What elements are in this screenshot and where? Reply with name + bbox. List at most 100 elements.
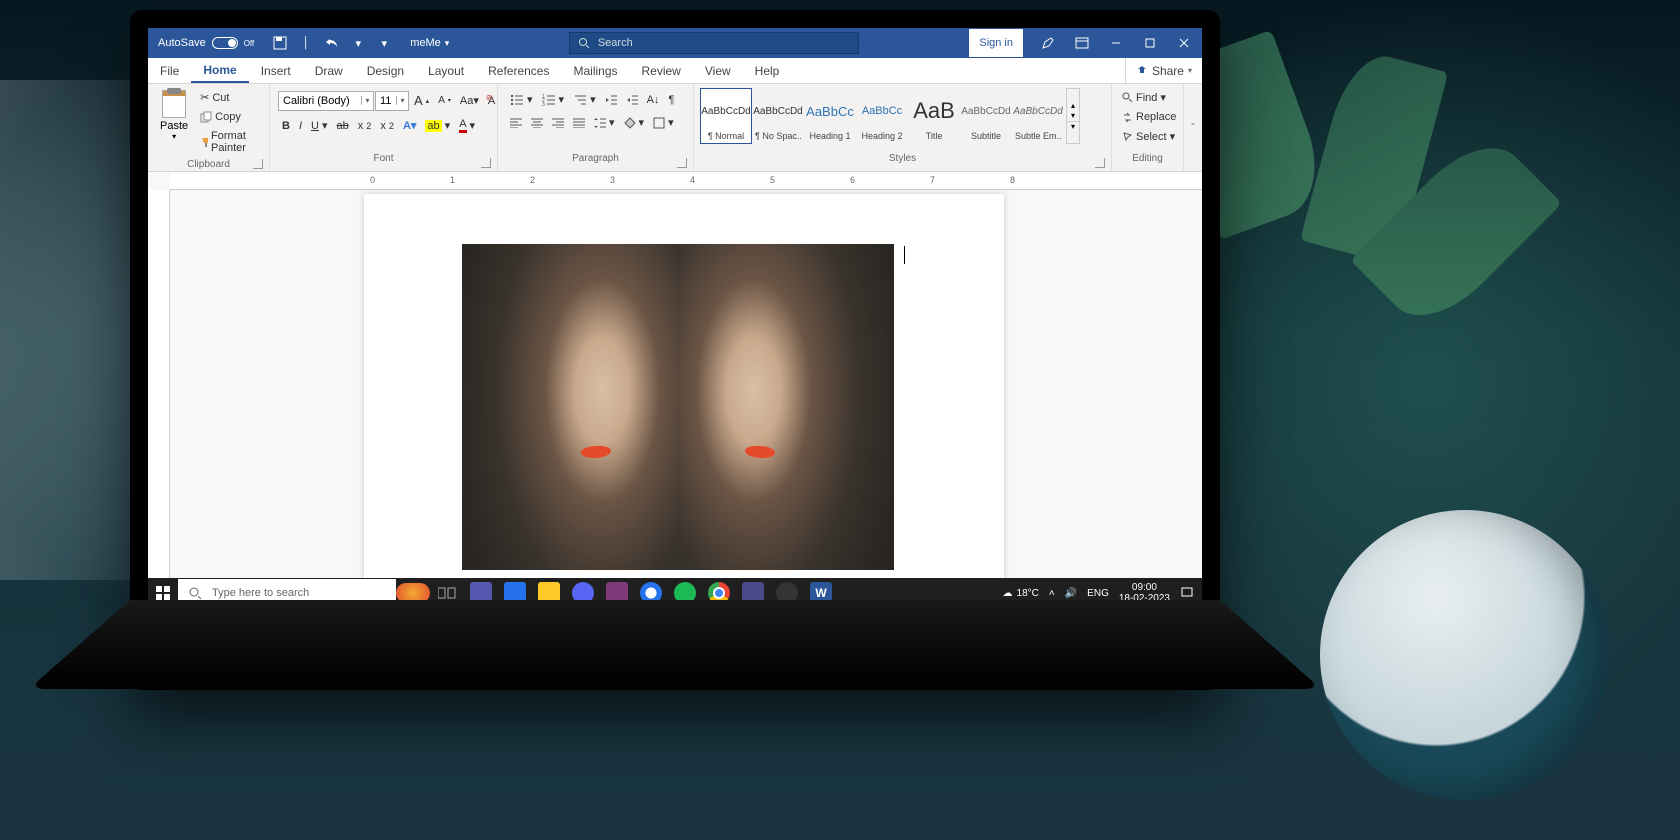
tab-home[interactable]: Home: [191, 58, 248, 83]
save-icon[interactable]: [272, 35, 288, 51]
tab-review[interactable]: Review: [630, 58, 693, 83]
document-name[interactable]: meMe ▾: [400, 28, 459, 58]
dialog-launcher-icon[interactable]: [253, 159, 263, 169]
tab-references[interactable]: References: [476, 58, 561, 83]
tab-view[interactable]: View: [693, 58, 743, 83]
font-color-button[interactable]: A▾: [455, 115, 479, 136]
style-subtle-em-[interactable]: AaBbCcDdSubtle Em...: [1012, 88, 1064, 144]
style-heading-1[interactable]: AaBbCcHeading 1: [804, 88, 856, 144]
undo-icon[interactable]: [324, 35, 340, 51]
language-indicator[interactable]: ENG: [1087, 588, 1109, 599]
text-effects-button[interactable]: A▾: [399, 116, 420, 135]
text-cursor: [904, 246, 905, 264]
subscript-button[interactable]: x2: [354, 117, 376, 135]
style-heading-2[interactable]: AaBbCcHeading 2: [856, 88, 908, 144]
sort-button[interactable]: A↓: [643, 91, 664, 109]
background-mug: [1320, 510, 1610, 800]
line-spacing-button[interactable]: ▾: [590, 113, 619, 132]
notifications-icon[interactable]: [1180, 586, 1194, 600]
maximize-button[interactable]: [1134, 29, 1166, 57]
style-subtitle[interactable]: AaBbCcDdSubtitle: [960, 88, 1012, 144]
collapse-ribbon-button[interactable]: ˇ: [1184, 84, 1202, 171]
search-icon: [188, 586, 202, 600]
style-title[interactable]: AaBTitle: [908, 88, 960, 144]
autosave-label: AutoSave: [158, 37, 206, 49]
sign-in-button[interactable]: Sign in: [968, 28, 1024, 58]
inserted-image-mirrored-portrait[interactable]: [462, 244, 894, 570]
ribbon-mode-icon[interactable]: [1066, 29, 1098, 57]
change-case-button[interactable]: Aa▾: [456, 91, 483, 110]
replace-button[interactable]: Replace: [1118, 108, 1180, 126]
tab-mailings[interactable]: Mailings: [561, 58, 629, 83]
underline-button[interactable]: U▾: [307, 116, 331, 135]
share-icon: [1136, 65, 1148, 77]
autosave-toggle[interactable]: AutoSave Off: [148, 28, 264, 58]
align-left-button[interactable]: [506, 115, 526, 131]
qat-customize-icon[interactable]: ▾: [376, 35, 392, 51]
screen: AutoSave Off │ ▾ ▾ meMe ▾ Search: [148, 28, 1202, 608]
tab-file[interactable]: File: [148, 58, 191, 83]
styles-more-button[interactable]: ▴▾▾: [1066, 88, 1080, 144]
search-box[interactable]: Search: [569, 32, 859, 54]
superscript-button[interactable]: x2: [376, 117, 398, 135]
copy-button[interactable]: Copy: [196, 108, 263, 126]
background-plant: [1180, 40, 1500, 360]
align-center-button[interactable]: [527, 115, 547, 131]
pen-icon[interactable]: [1032, 29, 1064, 57]
grow-font-button[interactable]: A▴: [410, 90, 433, 111]
italic-button[interactable]: I: [295, 117, 306, 135]
multilevel-list-button[interactable]: ▾: [569, 90, 600, 109]
dialog-launcher-icon[interactable]: [677, 158, 687, 168]
windows-icon: [156, 586, 170, 600]
paste-button[interactable]: Paste ▾: [154, 88, 194, 143]
style--no-spac-[interactable]: AaBbCcDd¶ No Spac...: [752, 88, 804, 144]
volume-icon[interactable]: 🔊: [1065, 588, 1077, 599]
font-size-input[interactable]: [376, 92, 396, 110]
find-button[interactable]: Find▾: [1118, 88, 1170, 107]
cut-button[interactable]: ✂Cut: [196, 88, 263, 107]
highlight-button[interactable]: ab▾: [421, 116, 454, 135]
horizontal-ruler[interactable]: 012345678: [170, 172, 1202, 190]
chevron-down-icon[interactable]: ▾: [396, 96, 408, 105]
clear-formatting-button[interactable]: A⊘: [484, 92, 499, 110]
font-size-combo[interactable]: ▾: [375, 91, 409, 111]
tab-design[interactable]: Design: [355, 58, 416, 83]
increase-indent-button[interactable]: [622, 91, 642, 109]
bullets-button[interactable]: ▾: [506, 90, 537, 109]
title-bar: AutoSave Off │ ▾ ▾ meMe ▾ Search: [148, 28, 1202, 58]
bold-button[interactable]: B: [278, 117, 294, 135]
share-button[interactable]: Share ▾: [1125, 58, 1202, 83]
font-name-combo[interactable]: ▾: [278, 91, 374, 111]
select-button[interactable]: Select▾: [1118, 127, 1179, 146]
decrease-indent-button[interactable]: [601, 91, 621, 109]
show-marks-button[interactable]: ¶: [664, 91, 678, 109]
group-label: Styles: [889, 153, 916, 164]
vertical-ruler[interactable]: [148, 190, 170, 588]
minimize-button[interactable]: [1100, 29, 1132, 57]
justify-button[interactable]: [569, 115, 589, 131]
format-painter-button[interactable]: Format Painter: [196, 127, 263, 157]
close-button[interactable]: [1168, 29, 1200, 57]
autosave-state: Off: [244, 39, 255, 48]
chevron-down-icon[interactable]: ▾: [361, 96, 373, 105]
redo-icon[interactable]: ▾: [350, 35, 366, 51]
dialog-launcher-icon[interactable]: [1095, 158, 1105, 168]
tab-draw[interactable]: Draw: [303, 58, 355, 83]
shading-button[interactable]: ▾: [620, 113, 649, 132]
search-placeholder: Search: [598, 37, 633, 49]
strikethrough-button[interactable]: ab: [333, 117, 353, 135]
align-right-button[interactable]: [548, 115, 568, 131]
shrink-font-button[interactable]: A▾: [434, 92, 455, 109]
page[interactable]: [364, 194, 1004, 588]
numbering-button[interactable]: 123▾: [538, 90, 569, 109]
replace-icon: [1122, 112, 1133, 123]
tab-layout[interactable]: Layout: [416, 58, 476, 83]
tray-chevron-up-icon[interactable]: ˄: [1049, 588, 1055, 599]
tab-help[interactable]: Help: [743, 58, 792, 83]
dialog-launcher-icon[interactable]: [481, 158, 491, 168]
style--normal[interactable]: AaBbCcDd¶ Normal: [700, 88, 752, 144]
borders-button[interactable]: ▾: [649, 113, 678, 132]
weather-widget[interactable]: ☁18°C: [1003, 588, 1039, 599]
font-name-input[interactable]: [279, 92, 361, 110]
tab-insert[interactable]: Insert: [249, 58, 303, 83]
